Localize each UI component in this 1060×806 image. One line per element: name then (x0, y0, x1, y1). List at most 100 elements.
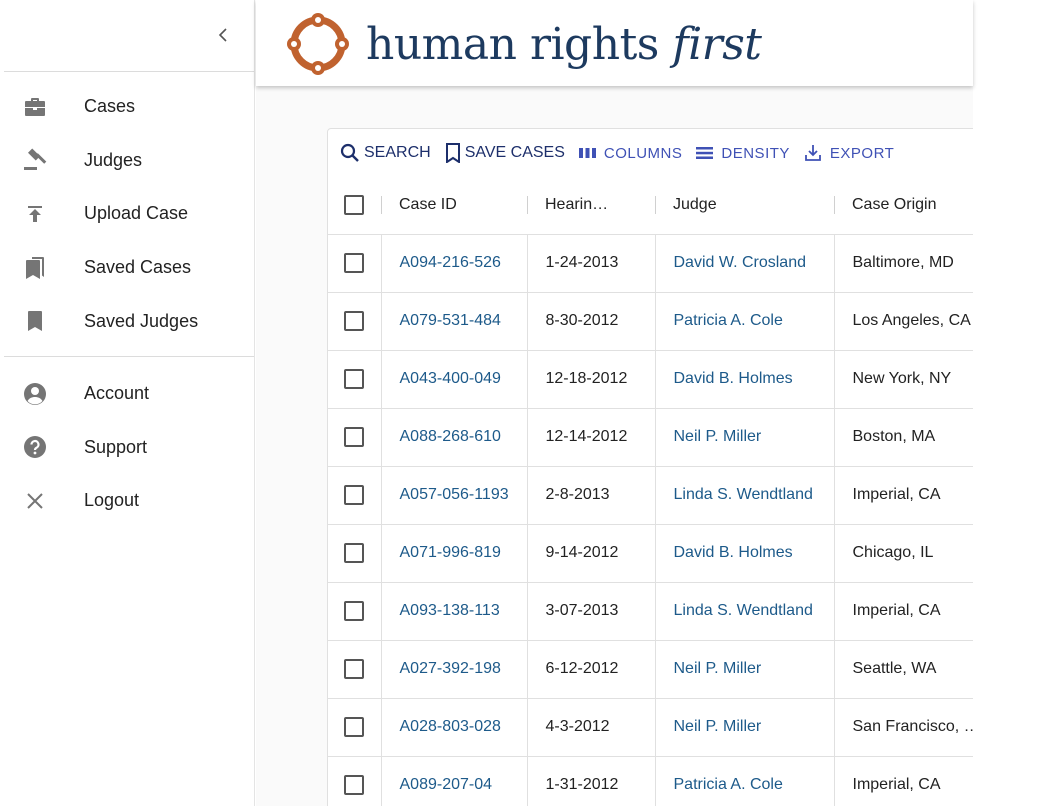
column-header-case-origin[interactable]: Case Origin (834, 177, 973, 235)
case-id-link[interactable]: A027-392-198 (400, 660, 501, 677)
table-row[interactable]: A094-216-526 1-24-2013 David W. Crosland… (328, 234, 973, 293)
row-checkbox[interactable] (344, 253, 364, 273)
density-button[interactable]: DENSITY (696, 145, 790, 162)
judge-cell: Patricia A. Cole (655, 756, 835, 806)
row-checkbox[interactable] (344, 775, 364, 795)
case-origin-cell: Imperial, CA (834, 756, 973, 806)
case-id-link[interactable]: A043-400-049 (400, 370, 501, 387)
nav-item-support[interactable]: Support (0, 421, 254, 475)
table-row[interactable]: A043-400-049 12-18-2012 David B. Holmes … (328, 350, 973, 409)
sidebar: Cases Judges Upload Case Saved Cases Sav… (0, 0, 255, 806)
nav-item-cases[interactable]: Cases (0, 80, 254, 134)
secondary-nav: Account Support Logout (0, 357, 254, 528)
nav-item-upload-case[interactable]: Upload Case (0, 187, 254, 241)
hearing-date-cell: 1-24-2013 (527, 234, 656, 293)
judge-link[interactable]: Patricia A. Cole (674, 312, 783, 329)
row-select-cell (328, 698, 382, 757)
row-select-cell (328, 234, 382, 293)
row-checkbox[interactable] (344, 369, 364, 389)
columns-button[interactable]: COLUMNS (578, 145, 683, 162)
judge-link[interactable]: Linda S. Wendtland (674, 602, 813, 619)
logo-text: human rights first (366, 19, 762, 70)
row-checkbox[interactable] (344, 485, 364, 505)
search-icon (340, 143, 360, 163)
case-id-link[interactable]: A089-207-04 (400, 776, 493, 793)
case-id-cell: A057-056-1193 (381, 466, 528, 525)
select-all-checkbox[interactable] (344, 195, 364, 216)
column-separator[interactable] (527, 196, 528, 214)
page-margin (973, 0, 1060, 806)
row-select-cell (328, 524, 382, 583)
nav-item-logout[interactable]: Logout (0, 474, 254, 528)
nav-label: Cases (84, 96, 136, 117)
nav-item-saved-cases[interactable]: Saved Cases (0, 241, 254, 295)
case-id-cell: A071-996-819 (381, 524, 528, 583)
judge-link[interactable]: Linda S. Wendtland (674, 486, 813, 503)
nav-item-account[interactable]: Account (0, 367, 254, 421)
case-id-link[interactable]: A057-056-1193 (400, 486, 509, 503)
judge-link[interactable]: David B. Holmes (674, 544, 793, 561)
grid-toolbar: SEARCH SAVE CASES COLUMNS DENSITY EXPORT (328, 129, 973, 177)
column-header-label: Hearin… (545, 196, 609, 214)
column-header-label: Judge (673, 196, 717, 214)
account-circle-icon (0, 382, 70, 406)
row-checkbox[interactable] (344, 717, 364, 737)
bookmark-icon (0, 310, 70, 332)
column-separator[interactable] (381, 196, 382, 214)
table-row[interactable]: A079-531-484 8-30-2012 Patricia A. Cole … (328, 292, 973, 351)
row-select-cell (328, 350, 382, 409)
logo[interactable]: human rights first (280, 6, 762, 82)
column-header-hearing-date[interactable]: Hearin… (527, 177, 655, 235)
nav-item-judges[interactable]: Judges (0, 134, 254, 188)
nav-label: Judges (84, 149, 143, 170)
hearing-date-cell: 12-18-2012 (527, 350, 656, 409)
case-id-link[interactable]: A079-531-484 (400, 312, 501, 329)
column-separator[interactable] (834, 196, 835, 214)
row-select-cell (328, 292, 382, 351)
case-id-link[interactable]: A028-803-028 (400, 718, 501, 735)
judge-link[interactable]: Neil P. Miller (674, 660, 762, 677)
hearing-date-cell: 1-31-2012 (527, 756, 656, 806)
case-origin-cell: Boston, MA (834, 408, 973, 467)
judge-link[interactable]: Neil P. Miller (674, 718, 762, 735)
upload-icon (0, 204, 70, 224)
collapse-sidebar-button[interactable] (210, 22, 236, 48)
column-separator[interactable] (655, 196, 656, 214)
table-row[interactable]: A088-268-610 12-14-2012 Neil P. Miller B… (328, 408, 973, 467)
row-checkbox[interactable] (344, 311, 364, 331)
row-checkbox[interactable] (344, 601, 364, 621)
help-icon (0, 435, 70, 459)
judge-link[interactable]: David B. Holmes (674, 370, 793, 387)
search-button[interactable]: SEARCH (340, 143, 431, 163)
judge-link[interactable]: Neil P. Miller (674, 428, 762, 445)
save-cases-button[interactable]: SAVE CASES (445, 143, 565, 163)
nav-label: Support (84, 436, 148, 457)
judge-cell: David B. Holmes (655, 524, 835, 583)
column-header-label: Case Origin (852, 196, 937, 214)
case-origin-cell: San Francisco, … (834, 698, 973, 757)
case-id-link[interactable]: A071-996-819 (400, 544, 501, 561)
nav-item-saved-judges[interactable]: Saved Judges (0, 294, 254, 348)
judge-link[interactable]: Patricia A. Cole (674, 776, 783, 793)
column-header-case-id[interactable]: Case ID (381, 177, 527, 235)
case-id-link[interactable]: A094-216-526 (400, 254, 501, 271)
column-header-judge[interactable]: Judge (655, 177, 834, 235)
table-row[interactable]: A028-803-028 4-3-2012 Neil P. Miller San… (328, 698, 973, 757)
table-row[interactable]: A027-392-198 6-12-2012 Neil P. Miller Se… (328, 640, 973, 699)
case-id-cell: A094-216-526 (381, 234, 528, 293)
judge-link[interactable]: David W. Crosland (674, 254, 807, 271)
table-row[interactable]: A057-056-1193 2-8-2013 Linda S. Wendtlan… (328, 466, 973, 525)
export-button[interactable]: EXPORT (804, 144, 894, 162)
table-row[interactable]: A071-996-819 9-14-2012 David B. Holmes C… (328, 524, 973, 583)
case-id-link[interactable]: A088-268-610 (400, 428, 501, 445)
table-row[interactable]: A093-138-113 3-07-2013 Linda S. Wendtlan… (328, 582, 973, 641)
row-checkbox[interactable] (344, 427, 364, 447)
case-id-link[interactable]: A093-138-113 (400, 602, 500, 619)
main-content: SEARCH SAVE CASES COLUMNS DENSITY EXPORT… (256, 86, 973, 806)
judge-cell: Neil P. Miller (655, 640, 835, 699)
row-checkbox[interactable] (344, 543, 364, 563)
row-checkbox[interactable] (344, 659, 364, 679)
table-row[interactable]: A089-207-04 1-31-2012 Patricia A. Cole I… (328, 756, 973, 806)
case-origin-cell: Los Angeles, CA (834, 292, 973, 351)
hearing-date-cell: 2-8-2013 (527, 466, 656, 525)
